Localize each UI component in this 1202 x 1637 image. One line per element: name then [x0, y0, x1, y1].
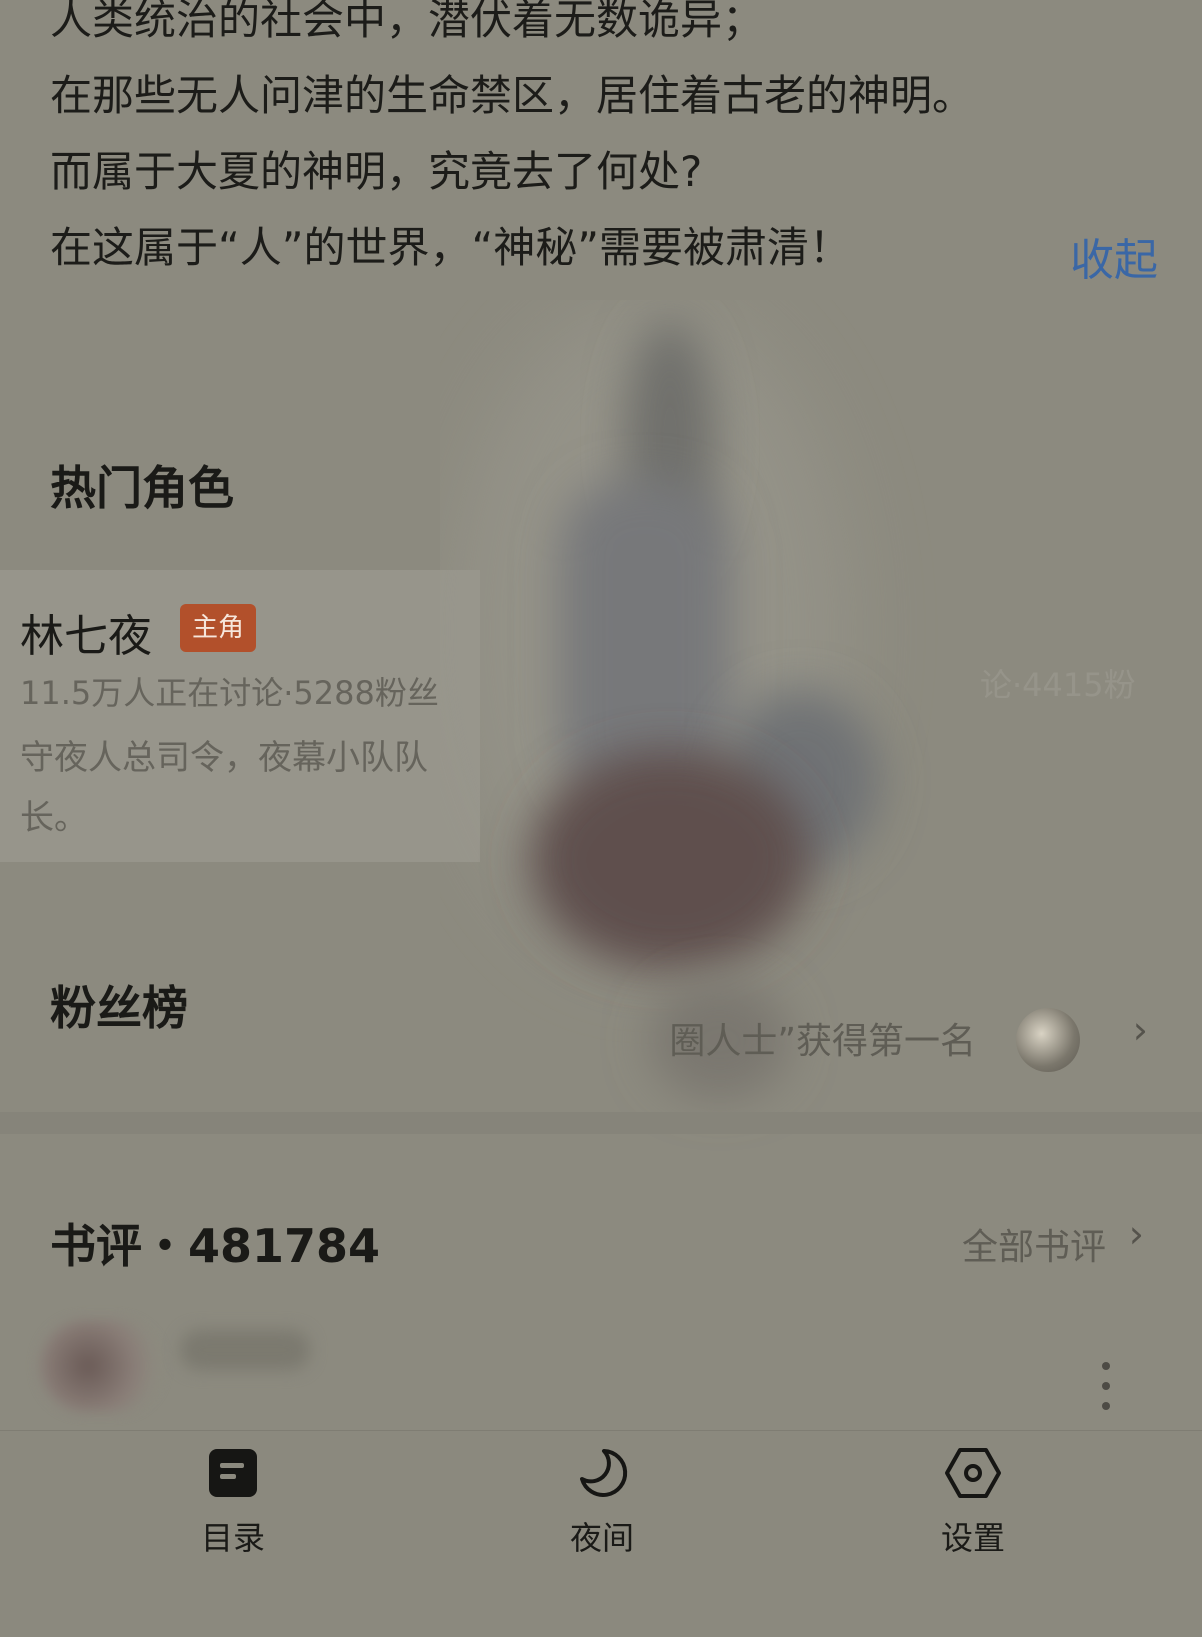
moon-icon: [580, 1449, 628, 1497]
toolbar-night-mode[interactable]: 夜间: [512, 1445, 692, 1595]
top-fan-avatar: [1016, 1008, 1080, 1072]
more-options-icon[interactable]: [1102, 1362, 1112, 1422]
bottom-toolbar: 目录 夜间 设置: [0, 1430, 1202, 1637]
review-item[interactable]: [0, 1320, 1202, 1420]
reviews-header: 书评・481784 全部书评 ›: [0, 1210, 1202, 1290]
toolbar-catalog[interactable]: 目录: [143, 1445, 323, 1595]
intro-line: 人类统治的社会中，潜伏着无数诡异；: [50, 0, 765, 44]
catalog-icon: [209, 1449, 257, 1497]
toolbar-settings-label: 设置: [940, 1519, 1005, 1557]
toolbar-settings[interactable]: 设置: [883, 1445, 1063, 1595]
avatar: [40, 1320, 160, 1412]
intro-line: 在这属于“人”的世界，“神秘”需要被肃清！: [50, 223, 852, 272]
intro-line: 而属于大夏的神明，究竟去了何处?: [50, 147, 703, 196]
character-description: 守夜人总司令，夜幕小队队长。: [20, 738, 428, 838]
toolbar-night-label: 夜间: [569, 1519, 634, 1557]
all-reviews-link[interactable]: 全部书评: [962, 1218, 1106, 1270]
toolbar-catalog-label: 目录: [200, 1519, 265, 1557]
book-intro: 人类统治的社会中，潜伏着无数诡异； 在那些无人问津的生命禁区，居住着古老的神明。…: [50, 0, 1160, 286]
chevron-right-icon: ›: [1128, 1212, 1144, 1256]
character-card[interactable]: 林七夜 主角 11.5万人正在讨论·5288粉丝 守夜人总司令，夜幕小队队长。: [0, 570, 480, 862]
fan-ranking-row[interactable]: 圈人士”获得第一名 ›: [0, 990, 1202, 1090]
protagonist-badge: 主角: [180, 604, 257, 652]
settings-hexagon-icon: [945, 1448, 1001, 1498]
fan-ranking-note: 圈人士”获得第一名: [669, 1021, 976, 1062]
section-divider: [0, 1112, 1202, 1134]
character-card-partial-stats[interactable]: 论·4415粉: [980, 660, 1202, 706]
collapse-button[interactable]: 收起: [1070, 224, 1158, 288]
reviews-title: 书评・481784: [50, 1219, 381, 1273]
character-name: 林七夜: [20, 611, 152, 662]
character-stats: 11.5万人正在讨论·5288粉丝: [20, 674, 439, 712]
intro-line: 在那些无人问津的生命禁区，居住着古老的神明。: [50, 71, 975, 120]
hot-characters-title: 热门角色: [50, 461, 234, 515]
reviewer-name-blurred: [180, 1330, 310, 1370]
chevron-right-icon: ›: [1132, 1008, 1148, 1052]
